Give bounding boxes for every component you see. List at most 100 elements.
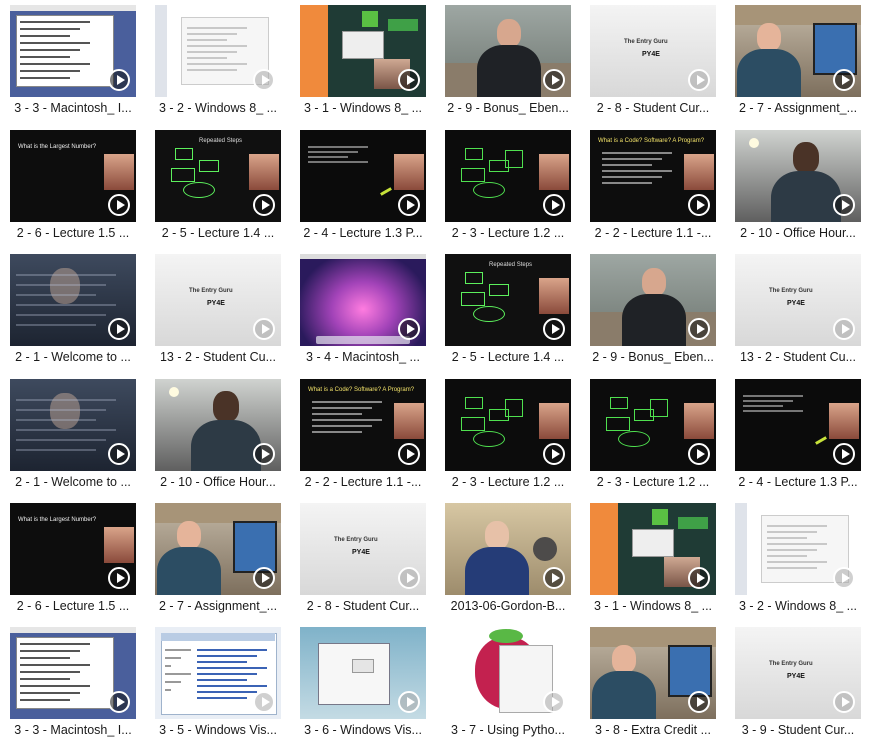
video-thumbnail[interactable]: Repeated Steps 2 - 5 - Lecture 1.4 ... (155, 130, 281, 240)
play-icon[interactable] (398, 443, 420, 465)
video-thumbnail[interactable]: The Entry Guru PY4E 13 - 2 - Student Cu... (155, 254, 281, 364)
video-thumbnail[interactable]: 3 - 3 - Macintosh_ I... (10, 627, 136, 737)
video-thumbnail[interactable]: 2013-06-Gordon-B... (445, 503, 571, 613)
video-title[interactable]: 2 - 1 - Welcome to ... (2, 350, 144, 364)
video-title[interactable]: 2 - 3 - Lecture 1.2 ... (437, 226, 579, 240)
video-title[interactable]: 3 - 7 - Using Pytho... (437, 723, 579, 737)
video-thumbnail[interactable]: 2 - 1 - Welcome to ... (10, 379, 136, 489)
video-thumbnail[interactable]: 2 - 10 - Office Hour... (155, 379, 281, 489)
video-thumbnail[interactable]: 2 - 10 - Office Hour... (735, 130, 861, 240)
video-thumbnail[interactable]: 3 - 4 - Macintosh_ ... (300, 254, 426, 364)
thumbnail-image[interactable]: The Entry Guru PY4E (735, 627, 861, 719)
video-thumbnail[interactable]: Repeated Steps 2 - 5 - Lecture 1.4 ... (445, 254, 571, 364)
video-title[interactable]: 2 - 10 - Office Hour... (147, 475, 289, 489)
video-title[interactable]: 2 - 8 - Student Cur... (582, 101, 724, 115)
thumbnail-image[interactable]: What is the Largest Number? (10, 130, 136, 222)
play-icon[interactable] (688, 691, 710, 713)
video-thumbnail[interactable]: 3 - 1 - Windows 8_ ... (590, 503, 716, 613)
play-icon[interactable] (543, 194, 565, 216)
thumbnail-image[interactable] (590, 627, 716, 719)
video-title[interactable]: 3 - 3 - Macintosh_ I... (2, 723, 144, 737)
video-title[interactable]: 2 - 3 - Lecture 1.2 ... (437, 475, 579, 489)
video-title[interactable]: 2 - 9 - Bonus_ Eben... (437, 101, 579, 115)
play-icon[interactable] (108, 69, 130, 91)
video-thumbnail[interactable]: What is a Code? Software? A Program? 2 - … (300, 379, 426, 489)
video-title[interactable]: 2 - 9 - Bonus_ Eben... (582, 350, 724, 364)
thumbnail-image[interactable] (10, 254, 136, 346)
video-title[interactable]: 2 - 5 - Lecture 1.4 ... (437, 350, 579, 364)
video-title[interactable]: 3 - 3 - Macintosh_ I... (2, 101, 144, 115)
video-thumbnail[interactable]: The Entry Guru PY4E 13 - 2 - Student Cu... (735, 254, 861, 364)
video-thumbnail[interactable]: What is the Largest Number? 2 - 6 - Lectu… (10, 130, 136, 240)
play-icon[interactable] (543, 69, 565, 91)
thumbnail-image[interactable] (445, 503, 571, 595)
video-title[interactable]: 2 - 7 - Assignment_... (147, 599, 289, 613)
play-icon[interactable] (108, 567, 130, 589)
video-thumbnail[interactable]: 2 - 9 - Bonus_ Eben... (590, 254, 716, 364)
video-title[interactable]: 2013-06-Gordon-B... (437, 599, 579, 613)
play-icon[interactable] (688, 567, 710, 589)
video-thumbnail[interactable]: 3 - 2 - Windows 8_ ... (155, 5, 281, 115)
thumbnail-image[interactable] (590, 254, 716, 346)
play-icon[interactable] (253, 194, 275, 216)
play-icon[interactable] (253, 318, 275, 340)
thumbnail-image[interactable]: What is a Code? Software? A Program? (300, 379, 426, 471)
video-thumbnail[interactable]: 2 - 1 - Welcome to ... (10, 254, 136, 364)
play-icon[interactable] (543, 691, 565, 713)
play-icon[interactable] (398, 194, 420, 216)
video-title[interactable]: 3 - 5 - Windows Vis... (147, 723, 289, 737)
video-thumbnail[interactable]: The Entry Guru PY4E 3 - 9 - Student Cur... (735, 627, 861, 737)
video-title[interactable]: 2 - 3 - Lecture 1.2 ... (582, 475, 724, 489)
play-icon[interactable] (543, 318, 565, 340)
play-icon[interactable] (833, 691, 855, 713)
thumbnail-image[interactable]: Repeated Steps (155, 130, 281, 222)
thumbnail-image[interactable] (155, 5, 281, 97)
video-title[interactable]: 2 - 4 - Lecture 1.3 P... (727, 475, 869, 489)
play-icon[interactable] (543, 567, 565, 589)
video-title[interactable]: 3 - 1 - Windows 8_ ... (292, 101, 434, 115)
video-title[interactable]: 2 - 10 - Office Hour... (727, 226, 869, 240)
thumbnail-image[interactable] (300, 130, 426, 222)
play-icon[interactable] (688, 69, 710, 91)
thumbnail-image[interactable] (445, 379, 571, 471)
video-thumbnail[interactable]: 2 - 3 - Lecture 1.2 ... (445, 379, 571, 489)
video-title[interactable]: 2 - 8 - Student Cur... (292, 599, 434, 613)
video-thumbnail[interactable]: 3 - 6 - Windows Vis... (300, 627, 426, 737)
thumbnail-image[interactable]: What is a Code? Software? A Program? (590, 130, 716, 222)
thumbnail-image[interactable]: What is the Largest Number? (10, 503, 136, 595)
video-title[interactable]: 13 - 2 - Student Cu... (727, 350, 869, 364)
thumbnail-image[interactable] (155, 503, 281, 595)
thumbnail-image[interactable] (445, 5, 571, 97)
play-icon[interactable] (108, 194, 130, 216)
play-icon[interactable] (833, 443, 855, 465)
play-icon[interactable] (398, 69, 420, 91)
play-icon[interactable] (688, 443, 710, 465)
video-thumbnail[interactable]: 2 - 7 - Assignment_... (155, 503, 281, 613)
play-icon[interactable] (253, 69, 275, 91)
video-title[interactable]: 3 - 9 - Student Cur... (727, 723, 869, 737)
play-icon[interactable] (398, 318, 420, 340)
video-thumbnail[interactable]: 3 - 7 - Using Pytho... (445, 627, 571, 737)
play-icon[interactable] (108, 443, 130, 465)
video-title[interactable]: 2 - 5 - Lecture 1.4 ... (147, 226, 289, 240)
thumbnail-image[interactable]: The Entry Guru PY4E (590, 5, 716, 97)
video-thumbnail[interactable]: 3 - 5 - Windows Vis... (155, 627, 281, 737)
play-icon[interactable] (833, 318, 855, 340)
video-title[interactable]: 3 - 8 - Extra Credit ... (582, 723, 724, 737)
play-icon[interactable] (833, 567, 855, 589)
video-thumbnail[interactable]: What is the Largest Number? 2 - 6 - Lectu… (10, 503, 136, 613)
thumbnail-image[interactable] (300, 627, 426, 719)
video-thumbnail[interactable]: 3 - 2 - Windows 8_ ... (735, 503, 861, 613)
thumbnail-image[interactable] (590, 379, 716, 471)
video-title[interactable]: 3 - 1 - Windows 8_ ... (582, 599, 724, 613)
video-thumbnail[interactable]: 2 - 9 - Bonus_ Eben... (445, 5, 571, 115)
thumbnail-image[interactable] (735, 503, 861, 595)
video-thumbnail[interactable]: 2 - 3 - Lecture 1.2 ... (590, 379, 716, 489)
video-title[interactable]: 2 - 2 - Lecture 1.1 -... (582, 226, 724, 240)
video-title[interactable]: 3 - 2 - Windows 8_ ... (727, 599, 869, 613)
thumbnail-image[interactable] (735, 379, 861, 471)
video-thumbnail[interactable]: 2 - 4 - Lecture 1.3 P... (735, 379, 861, 489)
thumbnail-image[interactable] (10, 627, 136, 719)
video-thumbnail[interactable]: 3 - 1 - Windows 8_ ... (300, 5, 426, 115)
thumbnail-image[interactable] (590, 503, 716, 595)
